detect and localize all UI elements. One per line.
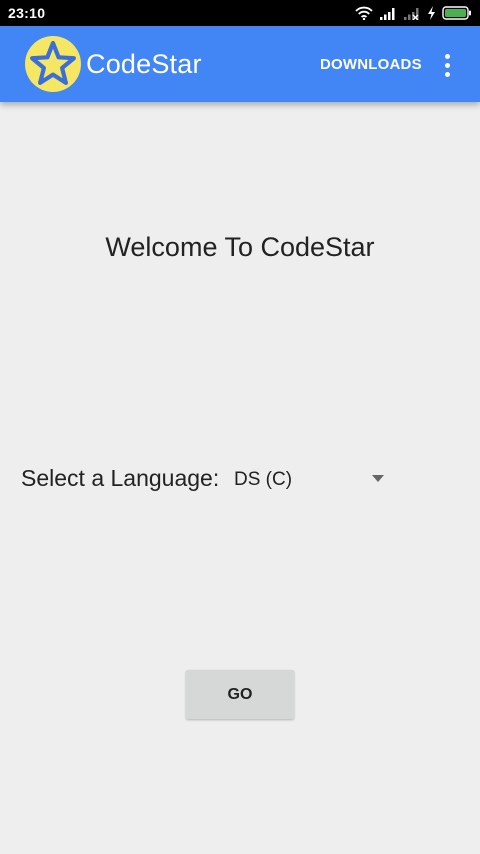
language-selected-value: DS (C) (234, 469, 293, 490)
app-bar: CodeStar DOWNLOADS (0, 26, 480, 102)
status-time: 23:10 (8, 5, 46, 21)
app-title: CodeStar (86, 49, 202, 79)
more-vert-icon[interactable] (434, 50, 460, 80)
status-bar: 23:10 (0, 0, 480, 26)
star-icon (24, 35, 82, 93)
wifi-icon (355, 6, 373, 20)
go-button[interactable]: GO (186, 670, 294, 719)
welcome-heading: Welcome To CodeStar (105, 232, 375, 262)
charging-icon (427, 6, 436, 20)
dropdown-arrow-icon (372, 475, 384, 482)
language-label: Select a Language: (21, 465, 220, 491)
battery-icon (442, 6, 472, 20)
no-signal-icon (403, 7, 421, 20)
overflow-dot (444, 53, 450, 59)
overflow-dot (444, 71, 450, 77)
downloads-button[interactable]: DOWNLOADS (312, 50, 430, 80)
overflow-dot (444, 62, 450, 68)
signal-icon (379, 7, 397, 20)
language-spinner[interactable]: DS (C) (224, 460, 392, 500)
status-icons (355, 4, 472, 22)
